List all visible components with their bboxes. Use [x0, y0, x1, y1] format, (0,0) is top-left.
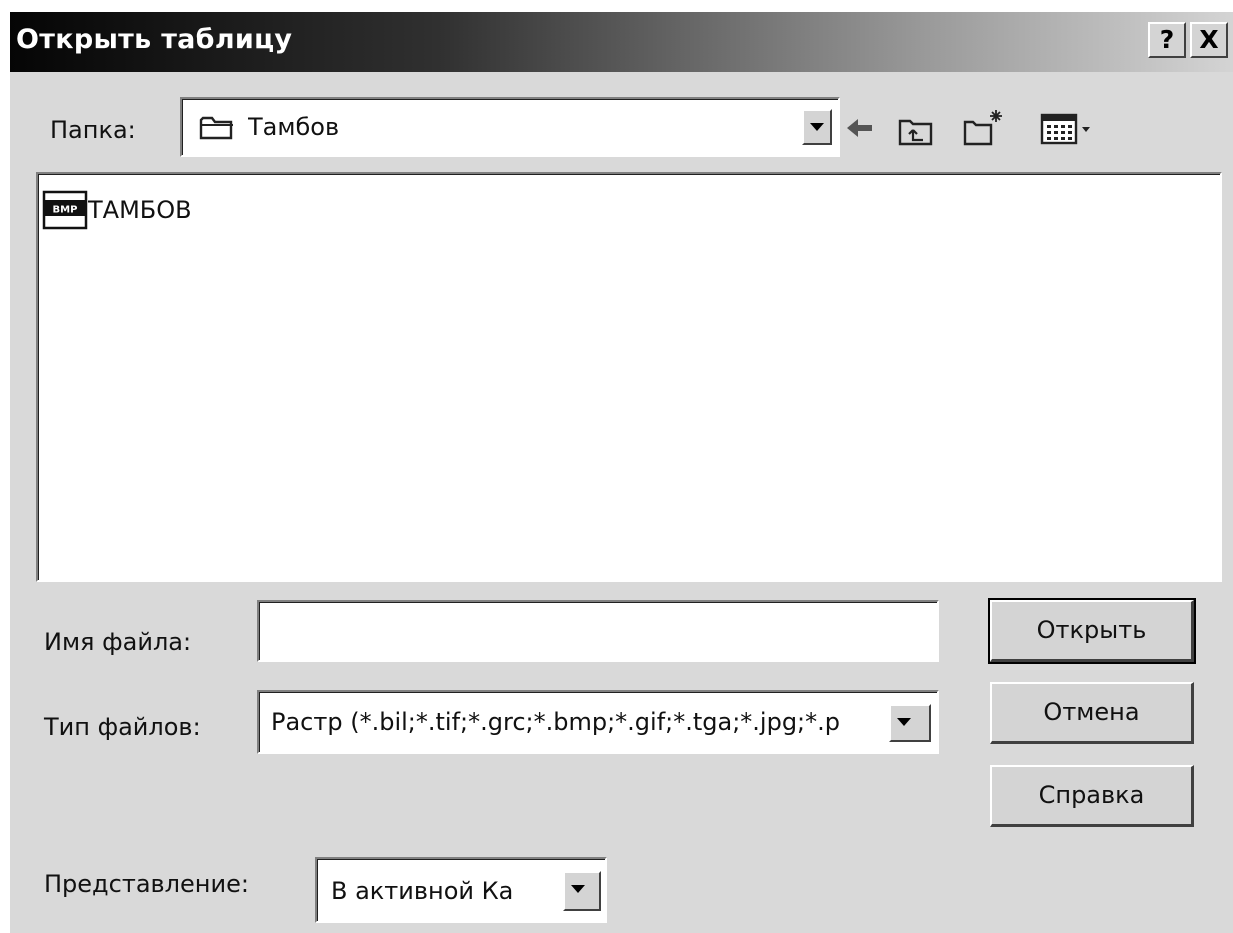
view-label: Представление:	[44, 870, 249, 898]
cancel-button[interactable]: Отмена	[990, 682, 1194, 744]
dialog-title: Открыть таблицу	[16, 24, 293, 55]
view-select[interactable]: В активной Ка	[315, 857, 607, 923]
bmp-file-icon: BMP	[42, 190, 88, 235]
help-icon[interactable]: ?	[1148, 22, 1186, 58]
filetype-dropdown-button[interactable]	[889, 704, 931, 742]
view-dropdown-button[interactable]	[563, 871, 601, 911]
file-list[interactable]: BMP ТАМБОВ	[36, 172, 1222, 582]
folder-icon	[198, 113, 238, 146]
open-table-dialog: Открыть таблицу ? X Папка: Тамбов BMP ТА…	[10, 12, 1233, 933]
up-folder-icon[interactable]	[898, 116, 934, 151]
filename-input[interactable]	[257, 600, 939, 662]
bmp-badge: BMP	[53, 205, 78, 216]
folder-value: Тамбов	[248, 113, 340, 141]
title-bar[interactable]: Открыть таблицу ? X	[10, 12, 1233, 72]
close-icon[interactable]: X	[1190, 22, 1228, 58]
filename-label: Имя файла:	[44, 628, 192, 656]
filetype-value: Растр (*.bil;*.tif;*.grc;*.bmp;*.gif;*.t…	[271, 708, 841, 736]
filetype-select[interactable]: Растр (*.bil;*.tif;*.grc;*.bmp;*.gif;*.t…	[257, 690, 939, 754]
open-button[interactable]: Открыть	[988, 598, 1196, 664]
folder-combobox[interactable]: Тамбов	[180, 97, 840, 157]
filetype-label: Тип файлов:	[44, 713, 201, 741]
folder-label: Папка:	[50, 116, 136, 144]
view-value: В активной Ка	[331, 877, 514, 905]
help-button[interactable]: Справка	[990, 765, 1194, 827]
view-menu-icon[interactable]	[1040, 112, 1100, 151]
folder-dropdown-button[interactable]	[802, 109, 832, 145]
back-arrow-icon[interactable]	[845, 116, 875, 145]
new-folder-icon[interactable]	[963, 108, 1005, 151]
file-name: ТАМБОВ	[88, 196, 192, 224]
